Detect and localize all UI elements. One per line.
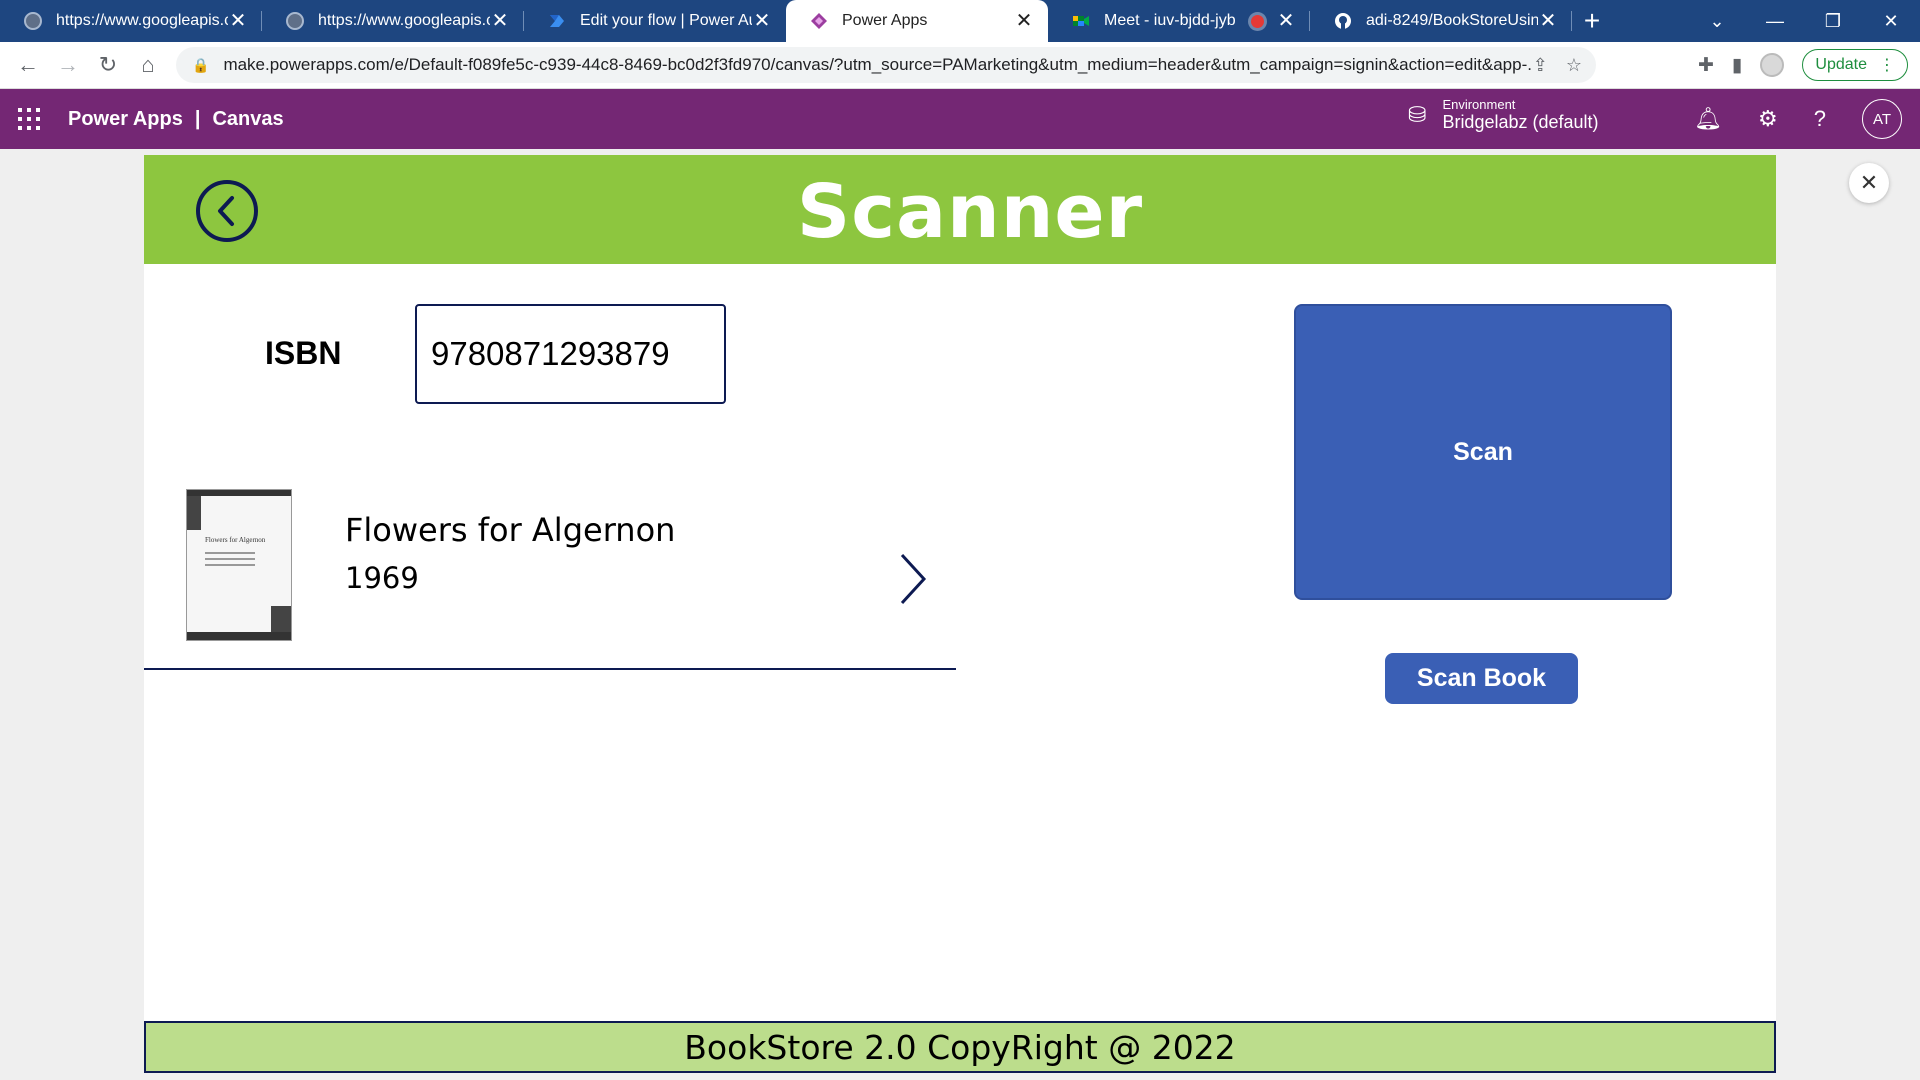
powerapps-header: Power Apps | Canvas ⛁ Environment Bridge… (0, 89, 1920, 149)
chevron-right-icon[interactable] (896, 551, 930, 607)
environment-picker[interactable]: ⛁ Environment Bridgelabz (default) (1408, 97, 1599, 133)
recording-indicator-icon (1251, 14, 1264, 28)
settings-gear-icon[interactable]: ⚙ (1758, 106, 1778, 132)
close-tab-icon[interactable]: ✕ (1014, 11, 1034, 31)
tab-title: https://www.googleapis.com (318, 12, 490, 29)
cover-title: Flowers for Algernon (205, 536, 266, 544)
barcode-scanner-control[interactable]: Scan (1294, 304, 1672, 600)
lock-icon[interactable]: 🔒 (192, 57, 209, 74)
screen-title: Scanner (796, 169, 1144, 255)
book-year: 1969 (345, 561, 419, 595)
environment-label: Environment (1442, 97, 1516, 112)
book-title: Flowers for Algernon (345, 511, 676, 549)
title-banner: Scanner (144, 155, 1776, 264)
tab-search-icon[interactable]: ⌄ (1688, 11, 1746, 32)
footer-text: BookStore 2.0 CopyRight @ 2022 (684, 1027, 1236, 1067)
close-tab-icon[interactable]: ✕ (228, 11, 248, 31)
tab-title: Edit your flow | Power Automate (580, 12, 752, 29)
reload-icon[interactable]: ↻ (88, 45, 128, 85)
scan-book-button[interactable]: Scan Book (1385, 653, 1578, 704)
back-arrow-icon[interactable]: ← (8, 45, 48, 85)
brand-divider: | (194, 107, 201, 130)
app-launcher-waffle-icon[interactable] (18, 108, 40, 130)
close-tab-icon[interactable]: ✕ (490, 11, 510, 31)
extensions-puzzle-icon[interactable]: ✚ (1698, 54, 1714, 77)
environment-value: Bridgelabz (default) (1442, 112, 1599, 132)
close-window-icon[interactable]: ✕ (1862, 11, 1920, 32)
tab-title: Power Apps (842, 12, 928, 29)
google-meet-icon (1073, 16, 1089, 26)
browser-tab-active[interactable]: Power Apps ✕ (786, 0, 1048, 42)
new-tab-button[interactable]: + (1572, 0, 1612, 42)
tab-title: adi-8249/BookStoreUsingCanvas (1366, 12, 1538, 29)
browser-toolbar: ← → ↻ ⌂ 🔒 make.powerapps.com/e/Default-f… (0, 42, 1920, 89)
window-controls: ⌄ — ❐ ✕ (1688, 0, 1920, 42)
powerapps-brand: Power Apps | Canvas (68, 108, 284, 131)
close-tab-icon[interactable]: ✕ (1276, 11, 1296, 31)
tab-title: Meet - iuv-bjdd-jyb (1104, 12, 1236, 29)
update-button[interactable]: Update ⋮ (1802, 49, 1908, 81)
tab-title: https://www.googleapis.com (56, 12, 228, 29)
restore-icon[interactable]: ❐ (1804, 11, 1862, 32)
scan-label: Scan (1453, 437, 1513, 466)
browser-right-tools: ✚ ▮ Update ⋮ (1698, 47, 1908, 83)
minimize-icon[interactable]: — (1746, 11, 1804, 32)
book-gallery-item[interactable]: Flowers for Algernon Flowers for Algerno… (144, 485, 956, 670)
profile-avatar[interactable] (1760, 53, 1785, 77)
github-icon (1335, 13, 1351, 29)
scan-book-label: Scan Book (1416, 664, 1547, 692)
globe-icon (286, 12, 304, 30)
browser-tab[interactable]: Meet - iuv-bjdd-jyb ✕ (1048, 0, 1310, 42)
book-cover-image: Flowers for Algernon (186, 489, 292, 641)
address-bar[interactable]: 🔒 make.powerapps.com/e/Default-f089fe5c-… (176, 47, 1596, 83)
url-text[interactable]: make.powerapps.com/e/Default-f089fe5c-c9… (223, 55, 1532, 75)
isbn-label: ISBN (265, 335, 342, 371)
browser-tab[interactable]: https://www.googleapis.com ✕ (262, 0, 524, 42)
bookmark-star-icon[interactable]: ☆ (1566, 55, 1582, 76)
close-icon: ✕ (1859, 170, 1879, 195)
brand-section: Canvas (212, 107, 284, 130)
browser-tab[interactable]: adi-8249/BookStoreUsingCanvas ✕ (1310, 0, 1572, 42)
forward-arrow-icon[interactable]: → (48, 45, 88, 85)
close-preview-button[interactable]: ✕ (1849, 163, 1889, 203)
footer-bar: BookStore 2.0 CopyRight @ 2022 (144, 1021, 1776, 1073)
header-actions: 🔔︎ ⚙ ? AT (1694, 99, 1902, 139)
notifications-bell-icon[interactable]: 🔔︎ (1694, 106, 1722, 132)
user-avatar[interactable]: AT (1862, 99, 1902, 139)
browser-tab[interactable]: Edit your flow | Power Automate ✕ (524, 0, 786, 42)
more-menu-icon[interactable]: ⋮ (1879, 55, 1895, 75)
browser-tab-strip: https://www.googleapis.com ✕ https://www… (0, 0, 1920, 42)
close-tab-icon[interactable]: ✕ (752, 11, 772, 31)
help-question-icon[interactable]: ? (1814, 106, 1826, 132)
close-tab-icon[interactable]: ✕ (1538, 11, 1558, 31)
power-apps-icon (811, 13, 827, 29)
update-label: Update (1815, 56, 1867, 73)
globe-icon (24, 12, 42, 30)
browser-tab[interactable]: https://www.googleapis.com ✕ (0, 0, 262, 42)
side-panel-icon[interactable]: ▮ (1732, 54, 1742, 77)
home-icon[interactable]: ⌂ (128, 45, 168, 85)
share-icon[interactable]: ⇪ (1533, 55, 1548, 76)
isbn-input[interactable] (415, 304, 726, 404)
app-canvas: Scanner ISBN Flowers for Algernon Flower… (144, 155, 1776, 1073)
environment-globe-icon: ⛁ (1408, 102, 1427, 127)
brand-name[interactable]: Power Apps (68, 108, 183, 131)
power-automate-icon (550, 15, 564, 27)
